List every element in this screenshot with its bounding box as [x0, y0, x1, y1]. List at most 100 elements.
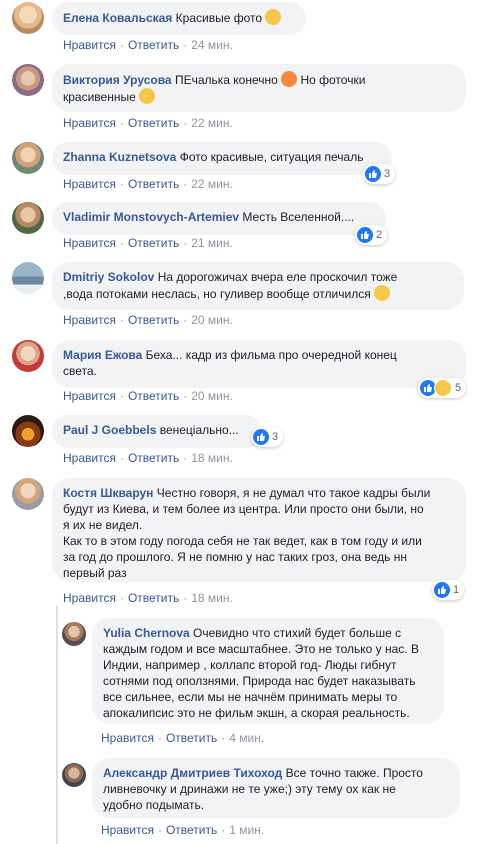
- comment-text: Красивые фото: [175, 11, 263, 25]
- comment-actions: Нравится · Ответить · 20 мин.: [63, 389, 233, 403]
- comment-author[interactable]: Zhanna Kuznetsova: [63, 150, 176, 164]
- reaction-summary[interactable]: 2: [355, 225, 388, 245]
- comment-bubble: Мария Ежова Беха... кадр из фильма про о…: [52, 340, 466, 388]
- comment-text-line: Как то в этом году погода себя не так ве…: [63, 534, 422, 548]
- comment-author[interactable]: Vladimir Monstovych-Artemiev: [63, 210, 239, 224]
- avatar[interactable]: [62, 622, 86, 646]
- like-link[interactable]: Нравится: [101, 823, 154, 837]
- comment-bubble: Vladimir Monstovych-Artemiev Месть Вселе…: [52, 202, 386, 235]
- reaction-summary[interactable]: 3: [363, 164, 396, 184]
- like-link[interactable]: Нравится: [63, 313, 116, 327]
- comment-author[interactable]: Paul J Goebbels: [63, 423, 156, 437]
- reply-link[interactable]: Ответить: [128, 591, 179, 605]
- comment-text-cont: ,вода потоками неслась, но гуливер вообщ…: [63, 287, 371, 301]
- avatar[interactable]: [12, 340, 44, 372]
- timestamp[interactable]: 24 мин.: [191, 38, 233, 52]
- reply-link[interactable]: Ответить: [128, 313, 179, 327]
- comment-author[interactable]: Костя Шкварун: [63, 486, 153, 500]
- comment-author[interactable]: Виктория Урусова: [63, 73, 172, 87]
- slightly-smiling-emoji-icon: [265, 9, 282, 25]
- like-link[interactable]: Нравится: [63, 389, 116, 403]
- like-link[interactable]: Нравится: [63, 177, 116, 191]
- reply-link[interactable]: Ответить: [128, 38, 179, 52]
- reply-bubble: Yulia Chernova Очевидно что стихий будет…: [92, 618, 444, 724]
- avatar[interactable]: [12, 262, 44, 294]
- reply-actions: Нравится · Ответить · 1 мин.: [101, 823, 264, 837]
- comment-text: Фото красивые, ситуация печаль: [179, 150, 364, 164]
- separator: ·: [183, 177, 188, 191]
- avatar[interactable]: [12, 415, 44, 447]
- avatar[interactable]: [12, 2, 44, 34]
- timestamp[interactable]: 20 мин.: [191, 389, 233, 403]
- timestamp[interactable]: 22 мин.: [191, 116, 233, 130]
- like-link[interactable]: Нравится: [63, 236, 116, 250]
- reply-link[interactable]: Ответить: [128, 236, 179, 250]
- reply-actions: Нравится · Ответить · 4 мин.: [101, 731, 264, 745]
- reaction-count: 2: [376, 229, 383, 241]
- reply-text-line: апокалипсис это не фильм экшн, а скорая …: [103, 706, 410, 720]
- like-reaction-icon: [253, 429, 269, 445]
- reply-author[interactable]: Yulia Chernova: [103, 626, 190, 640]
- reaction-summary[interactable]: 5: [418, 378, 467, 398]
- comment-actions: Нравится · Ответить · 22 мин.: [63, 116, 233, 130]
- comment-text: венеціально...: [159, 423, 239, 437]
- timestamp[interactable]: 21 мин.: [191, 236, 233, 250]
- reaction-summary[interactable]: 3: [251, 427, 284, 447]
- timestamp[interactable]: 22 мин.: [191, 177, 233, 191]
- comment-bubble: Костя Шкварун Честно говоря, я не думал …: [52, 478, 466, 582]
- avatar[interactable]: [12, 478, 44, 510]
- like-reaction-icon: [434, 582, 450, 598]
- timestamp[interactable]: 18 мин.: [191, 451, 233, 465]
- reaction-summary[interactable]: 1: [432, 580, 465, 600]
- separator: ·: [183, 451, 188, 465]
- comment-author[interactable]: Елена Ковальская: [63, 11, 172, 25]
- timestamp[interactable]: 1 мин.: [229, 823, 264, 837]
- separator: ·: [119, 591, 124, 605]
- separator: ·: [119, 236, 124, 250]
- separator: ·: [183, 116, 188, 130]
- reply-link[interactable]: Ответить: [128, 451, 179, 465]
- comment-author[interactable]: Мария Ежова: [63, 348, 142, 362]
- reply-link[interactable]: Ответить: [128, 177, 179, 191]
- separator: ·: [183, 313, 188, 327]
- comment-text: ПЕчалька конечно: [174, 73, 278, 87]
- separator: ·: [183, 38, 188, 52]
- timestamp[interactable]: 18 мин.: [191, 591, 233, 605]
- avatar[interactable]: [12, 64, 44, 96]
- avatar[interactable]: [62, 763, 86, 787]
- comment-text-line: первый раз: [63, 566, 127, 580]
- reply-link[interactable]: Ответить: [166, 731, 217, 745]
- reaction-count: 3: [272, 431, 279, 443]
- like-link[interactable]: Нравится: [63, 591, 116, 605]
- avatar[interactable]: [12, 202, 44, 234]
- comment-text-line: я их не видел.: [63, 518, 143, 532]
- reply-link[interactable]: Ответить: [128, 389, 179, 403]
- like-link[interactable]: Нравится: [63, 116, 116, 130]
- reply-link[interactable]: Ответить: [166, 823, 217, 837]
- comment-text: На дорогожичах вчера еле проскочил тоже: [157, 270, 398, 284]
- reply-text-line: Индии, например , коллапс второй год- Лю…: [103, 658, 397, 672]
- timestamp[interactable]: 4 мин.: [229, 731, 264, 745]
- comment-text-cont: красивенные: [63, 90, 136, 104]
- like-link[interactable]: Нравится: [63, 38, 116, 52]
- reaction-count: 3: [384, 168, 391, 180]
- separator: ·: [183, 389, 188, 403]
- separator: ·: [221, 731, 226, 745]
- comment-bubble: Dmitriy Sokolov На дорогожичах вчера еле…: [52, 262, 464, 310]
- like-link[interactable]: Нравится: [101, 731, 154, 745]
- comment-bubble: Елена Ковальская Красивые фото: [52, 2, 306, 35]
- reaction-count: 5: [455, 382, 462, 394]
- reply-link[interactable]: Ответить: [128, 116, 179, 130]
- timestamp[interactable]: 20 мин.: [191, 313, 233, 327]
- comment-text-line: за год до прошлого. Я не помню у нас так…: [63, 550, 407, 564]
- reply-author[interactable]: Александр Дмитриев Тихоход: [103, 766, 282, 780]
- comment-author[interactable]: Dmitriy Sokolov: [63, 270, 154, 284]
- separator: ·: [221, 823, 226, 837]
- reply-text: Очевидно что стихий будет больше с: [193, 626, 402, 640]
- reaction-count: 1: [453, 584, 460, 596]
- separator: ·: [119, 313, 124, 327]
- avatar[interactable]: [12, 142, 44, 174]
- separator: ·: [183, 236, 188, 250]
- like-link[interactable]: Нравится: [63, 451, 116, 465]
- comment-actions: Нравится · Ответить · 24 мин.: [63, 38, 233, 52]
